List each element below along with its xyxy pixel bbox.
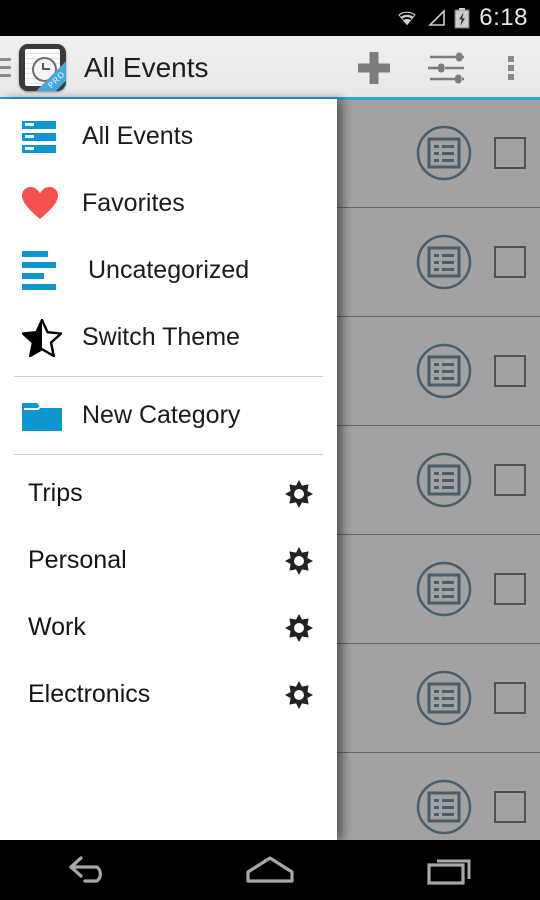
wifi-icon [396,10,419,28]
system-navigation-bar [0,840,540,900]
circled-list-icon [416,234,472,290]
gear-icon[interactable] [283,545,315,577]
circled-list-icon [416,343,472,399]
status-bar: 6:18 [0,0,540,36]
app-icon[interactable]: PRO [19,44,66,91]
category-label: Work [28,613,86,641]
sidebar-item-personal[interactable]: Personal [0,527,337,594]
page-title: All Events [84,51,209,83]
sidebar-item-work[interactable]: Work [0,594,337,661]
sliders-icon [428,52,464,83]
overflow-dots-icon [508,53,514,83]
home-icon [246,856,294,883]
heart-icon [22,187,68,220]
recents-button[interactable] [395,840,505,900]
category-label: Personal [28,546,127,574]
status-bar-clock: 6:18 [479,4,528,31]
sidebar-item-label: All Events [82,122,194,150]
recents-icon [427,859,471,885]
circled-list-icon [416,561,472,617]
folder-icon [22,400,68,432]
gear-icon[interactable] [283,612,315,644]
row-checkbox[interactable] [494,573,526,605]
sidebar-item-uncategorized[interactable]: Uncategorized [0,237,337,304]
home-button[interactable] [215,840,325,900]
android-screen: 6:18 PRO All Events All Events Favorites… [0,0,540,900]
filter-button[interactable] [410,36,482,99]
row-checkbox[interactable] [494,791,526,823]
sidebar-item-label: Uncategorized [88,256,250,284]
drawer-nav-list: All Events Favorites Uncategorized Switc… [0,99,337,728]
sidebar-item-favorites[interactable]: Favorites [0,170,337,237]
battery-charging-icon [454,8,470,29]
half-star-icon [22,318,68,357]
cell-signal-icon [428,9,446,26]
row-checkbox[interactable] [494,355,526,387]
circled-list-icon [416,670,472,726]
plus-icon [358,51,390,84]
circled-list-icon [416,779,472,835]
gear-icon[interactable] [283,478,315,510]
gear-icon[interactable] [283,679,315,711]
action-bar-actions [338,36,540,99]
back-arrow-icon [69,856,102,883]
circled-list-icon [416,125,472,181]
circled-list-icon [416,452,472,508]
add-button[interactable] [338,36,410,99]
list-bars-icon [22,120,68,153]
navigation-drawer: All Events Favorites Uncategorized Switc… [0,99,337,840]
sidebar-item-trips[interactable]: Trips [0,460,337,527]
hamburger-icon[interactable] [0,58,11,77]
uncategorized-bars-icon [22,251,68,290]
sidebar-item-label: Switch Theme [82,323,240,351]
row-checkbox[interactable] [494,137,526,169]
sidebar-item-label: New Category [82,401,241,429]
status-icons [394,7,470,29]
category-label: Trips [28,479,83,507]
action-bar: PRO All Events [0,36,540,99]
overflow-button[interactable] [482,36,540,99]
sidebar-item-label: Favorites [82,189,185,217]
drawer-divider-top [14,376,323,377]
category-label: Electronics [28,680,151,708]
back-button[interactable] [35,840,145,900]
sidebar-item-new-category[interactable]: New Category [0,382,337,449]
sidebar-item-switch-theme[interactable]: Switch Theme [0,304,337,371]
row-checkbox[interactable] [494,464,526,496]
row-checkbox[interactable] [494,682,526,714]
drawer-divider-bottom [14,454,323,455]
row-checkbox[interactable] [494,246,526,278]
sidebar-item-all-events[interactable]: All Events [0,103,337,170]
sidebar-item-electronics[interactable]: Electronics [0,661,337,728]
